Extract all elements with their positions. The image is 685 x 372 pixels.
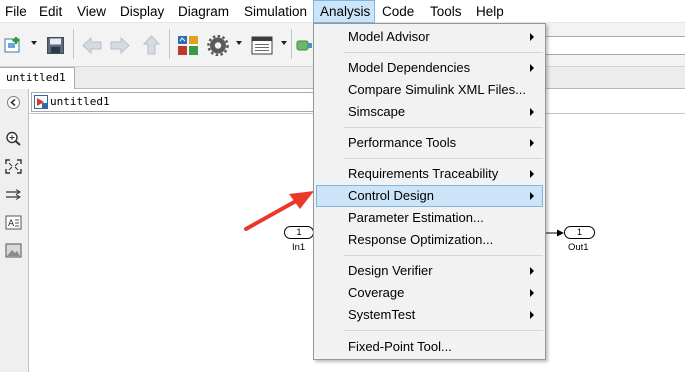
tab-untitled1[interactable]: untitled1: [0, 67, 75, 89]
submenu-arrow-icon: [530, 192, 534, 200]
menu-item-requirements-traceability[interactable]: Requirements Traceability: [316, 163, 543, 185]
menu-help[interactable]: Help: [476, 0, 504, 23]
search-field[interactable]: [544, 36, 685, 55]
menu-separator: [344, 158, 543, 159]
breadcrumb-model-label[interactable]: untitled1: [50, 94, 110, 110]
menu-item-label: Simscape: [348, 104, 406, 119]
model-explorer-dropdown-icon[interactable]: [281, 41, 287, 45]
menu-bar: File Edit View Display Diagram Simulatio…: [0, 0, 685, 23]
menu-item-control-design[interactable]: Control Design: [316, 185, 543, 207]
toolbar-separator: [291, 29, 292, 59]
menu-item-label: Parameter Estimation...: [348, 210, 484, 225]
menu-item-label: Model Advisor: [348, 29, 430, 44]
menu-item-fixed-point-tool[interactable]: Fixed-Point Tool...: [316, 336, 543, 358]
menu-item-label: Compare Simulink XML Files...: [348, 82, 526, 97]
forward-icon[interactable]: [110, 37, 130, 54]
submenu-arrow-icon: [530, 311, 534, 319]
menu-item-label: Coverage: [348, 285, 405, 300]
outport-block[interactable]: 1: [564, 226, 595, 239]
new-model-icon[interactable]: [4, 36, 23, 55]
analysis-menu: Model Advisor Model Dependencies Compare…: [313, 23, 546, 360]
menu-item-model-dependencies[interactable]: Model Dependencies: [316, 57, 543, 79]
menu-simulation[interactable]: Simulation: [244, 0, 307, 23]
menu-diagram[interactable]: Diagram: [178, 0, 229, 23]
menu-display[interactable]: Display: [120, 0, 164, 23]
menu-separator: [344, 255, 543, 256]
annotation-icon[interactable]: A: [5, 215, 22, 230]
run-icon[interactable]: [296, 37, 313, 54]
new-model-dropdown-icon[interactable]: [31, 41, 37, 45]
menu-item-simscape[interactable]: Simscape: [316, 101, 543, 123]
submenu-arrow-icon: [530, 33, 534, 41]
zoom-icon[interactable]: [5, 131, 22, 146]
menu-item-label: Response Optimization...: [348, 232, 494, 247]
menu-item-compare-xml[interactable]: Compare Simulink XML Files...: [316, 79, 543, 101]
toolbar-separator: [73, 29, 74, 59]
signal-route-icon[interactable]: [5, 187, 22, 202]
save-icon[interactable]: [46, 36, 65, 55]
model-settings-icon[interactable]: [207, 35, 229, 56]
up-icon[interactable]: [143, 35, 160, 55]
menu-view[interactable]: View: [77, 0, 106, 23]
menu-code[interactable]: Code: [382, 0, 414, 23]
menu-item-performance-tools[interactable]: Performance Tools: [316, 132, 543, 154]
menu-analysis[interactable]: Analysis: [313, 0, 375, 23]
menu-item-label: Model Dependencies: [348, 60, 471, 75]
menu-item-label: Requirements Traceability: [348, 166, 499, 181]
fit-view-icon[interactable]: [5, 159, 22, 174]
menu-item-label: Fixed-Point Tool...: [348, 339, 452, 354]
menu-item-label: Performance Tools: [348, 135, 457, 150]
library-browser-icon[interactable]: [177, 35, 199, 56]
signal-line[interactable]: [546, 227, 566, 239]
menu-item-label: SystemTest: [348, 307, 416, 322]
svg-text:A: A: [8, 219, 15, 229]
menu-item-parameter-estimation[interactable]: Parameter Estimation...: [316, 207, 543, 229]
submenu-arrow-icon: [530, 170, 534, 178]
outport-label[interactable]: Out1: [568, 242, 589, 253]
outport-number: 1: [576, 227, 582, 237]
menu-item-label: Design Verifier: [348, 263, 433, 278]
menu-item-coverage[interactable]: Coverage: [316, 282, 543, 304]
model-explorer-icon[interactable]: [251, 36, 273, 55]
toolbar-separator: [169, 29, 170, 59]
menu-separator: [344, 127, 543, 128]
menu-item-model-advisor[interactable]: Model Advisor: [316, 26, 543, 48]
menu-item-systemtest[interactable]: SystemTest: [316, 304, 543, 326]
menu-tools[interactable]: Tools: [430, 0, 462, 23]
menu-item-label: Control Design: [348, 188, 434, 203]
submenu-arrow-icon: [530, 267, 534, 275]
menu-separator: [344, 330, 543, 331]
submenu-arrow-icon: [530, 139, 534, 147]
menu-item-design-verifier[interactable]: Design Verifier: [316, 260, 543, 282]
annotation-arrow: [244, 191, 314, 231]
menu-item-response-optimization[interactable]: Response Optimization...: [316, 229, 543, 251]
image-icon[interactable]: [5, 243, 22, 258]
inport-label[interactable]: In1: [292, 242, 305, 253]
menu-file[interactable]: File: [5, 0, 27, 23]
model-settings-dropdown-icon[interactable]: [236, 41, 242, 45]
model-icon: [34, 95, 48, 109]
menu-separator: [344, 52, 543, 53]
hide-browser-icon[interactable]: [5, 95, 22, 110]
submenu-arrow-icon: [530, 64, 534, 72]
submenu-arrow-icon: [530, 289, 534, 297]
submenu-arrow-icon: [530, 108, 534, 116]
back-icon[interactable]: [82, 37, 102, 54]
menu-edit[interactable]: Edit: [39, 0, 62, 23]
